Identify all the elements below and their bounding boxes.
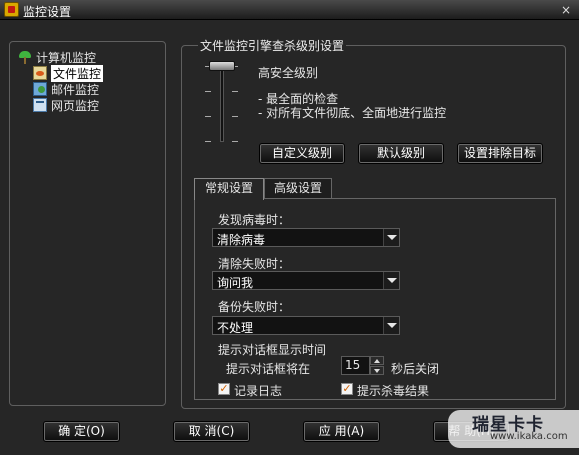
- backup-fail-label: 备份失败时：: [218, 300, 291, 314]
- log-checkbox[interactable]: ✓: [218, 383, 230, 395]
- slider-tick: [205, 91, 211, 92]
- security-level-slider-thumb[interactable]: [209, 61, 235, 71]
- select-value: 不处理: [217, 321, 254, 335]
- spin-up-icon[interactable]: [370, 356, 384, 365]
- select-value: 清除病毒: [217, 233, 266, 247]
- slider-tick: [205, 116, 211, 117]
- level-desc-line: - 最全面的检查: [258, 92, 339, 106]
- window-title: 监控设置: [23, 5, 72, 19]
- level-title: 高安全级别: [258, 66, 319, 80]
- tree-item-label: 文件监控: [51, 64, 104, 82]
- level-desc-line: - 对所有文件彻底、全面地进行监控: [258, 106, 447, 120]
- monitor-tree: 计算机监控 文件监控 邮件监控 网页监控: [9, 41, 166, 406]
- clean-fail-select[interactable]: 询问我: [212, 271, 400, 290]
- clean-fail-label: 清除失败时：: [218, 257, 291, 271]
- tree-item-file-monitor[interactable]: 文件监控: [33, 64, 104, 82]
- site-watermark: 瑞星卡卡 www.ikaka.com: [448, 410, 579, 448]
- dialog-close-suffix: 秒后关闭: [391, 362, 440, 376]
- title-bar: 监控设置 ×: [0, 0, 579, 20]
- tree-item-label: 邮件监控: [51, 82, 100, 97]
- spin-down-icon[interactable]: [370, 366, 384, 375]
- web-monitor-icon: [33, 98, 47, 112]
- virus-found-label: 发现病毒时：: [218, 213, 291, 227]
- mail-monitor-icon: [33, 82, 47, 96]
- slider-tick: [205, 141, 211, 142]
- show-result-checkbox[interactable]: ✓: [341, 383, 353, 395]
- group-title: 文件监控引擎查杀级别设置: [198, 37, 347, 54]
- watermark-site: www.ikaka.com: [490, 431, 568, 442]
- tab-general[interactable]: 常规设置: [194, 178, 264, 200]
- tree-item-mail-monitor[interactable]: 邮件监控: [33, 81, 99, 97]
- umbrella-icon: [18, 50, 32, 64]
- chevron-down-icon[interactable]: [383, 272, 399, 289]
- dialog-time-label: 提示对话框显示时间: [218, 343, 327, 357]
- ok-button[interactable]: 确 定(O): [43, 421, 120, 442]
- close-icon[interactable]: ×: [559, 3, 573, 17]
- cancel-button[interactable]: 取 消(C): [173, 421, 250, 442]
- virus-found-select[interactable]: 清除病毒: [212, 228, 400, 247]
- default-level-button[interactable]: 默认级别: [358, 143, 444, 164]
- file-monitor-icon: [33, 66, 47, 80]
- chevron-down-icon[interactable]: [383, 317, 399, 334]
- tree-root-label: 计算机监控: [36, 50, 97, 65]
- select-value: 询问我: [217, 276, 254, 290]
- shield-app-icon: [4, 2, 19, 17]
- tree-item-web-monitor[interactable]: 网页监控: [33, 97, 99, 113]
- slider-tick: [232, 116, 238, 117]
- apply-button[interactable]: 应 用(A): [303, 421, 380, 442]
- slider-tick: [232, 91, 238, 92]
- tree-item-label: 网页监控: [51, 98, 100, 113]
- chevron-down-icon[interactable]: [383, 229, 399, 246]
- show-result-checkbox-label: 提示杀毒结果: [357, 384, 430, 398]
- exclude-targets-button[interactable]: 设置排除目标: [457, 143, 543, 164]
- slider-tick: [232, 141, 238, 142]
- backup-fail-select[interactable]: 不处理: [212, 316, 400, 335]
- tree-root[interactable]: 计算机监控: [18, 49, 96, 65]
- level-description: - 最全面的检查 - 对所有文件彻底、全面地进行监控: [258, 92, 446, 120]
- security-level-slider-track[interactable]: [220, 66, 224, 142]
- dialog-seconds-input[interactable]: 15: [341, 356, 370, 375]
- tab-advanced[interactable]: 高级设置: [264, 178, 332, 199]
- dialog-close-prefix: 提示对话框将在: [226, 362, 311, 376]
- dialog-seconds-stepper[interactable]: [370, 356, 384, 375]
- log-checkbox-label: 记录日志: [234, 384, 283, 398]
- custom-level-button[interactable]: 自定义级别: [259, 143, 345, 164]
